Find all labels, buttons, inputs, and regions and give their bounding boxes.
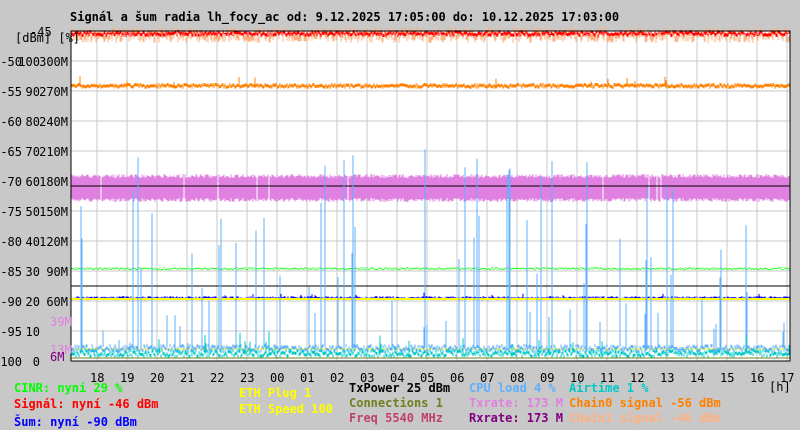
x-tick-label: 15 bbox=[720, 371, 735, 385]
y-tick-rate: 300M bbox=[39, 55, 68, 69]
y-tick-dbm: -90 bbox=[0, 295, 22, 309]
legend-freq: Freq 5540 MHz bbox=[349, 411, 443, 425]
y-tick-dbm: -100 bbox=[0, 355, 22, 369]
x-tick-label: 20 bbox=[150, 371, 165, 385]
y-tick-pct: 70 bbox=[25, 145, 40, 159]
y-tick-pct: 20 bbox=[25, 295, 40, 309]
legend-chain0: Chain0 signal -56 dBm bbox=[569, 396, 721, 410]
y-tick-dbm: -55 bbox=[0, 85, 22, 99]
hour-unit-label: [h] bbox=[769, 380, 791, 394]
x-tick-label: 02 bbox=[330, 371, 345, 385]
axis-header: [dBm] [%] bbox=[15, 31, 81, 45]
y-tick-rate: 120M bbox=[39, 235, 68, 249]
rxrate-min-label: 6M bbox=[50, 350, 65, 364]
y-tick-dbm: -95 bbox=[0, 325, 22, 339]
plot-area bbox=[70, 27, 791, 362]
legend-txpower: TxPower 25 dBm bbox=[349, 381, 451, 395]
y-tick-rate: 150M bbox=[39, 205, 68, 219]
x-tick-label: 13 bbox=[660, 371, 675, 385]
x-tick-label: 22 bbox=[210, 371, 225, 385]
y-tick-dbm: -65 bbox=[0, 145, 22, 159]
y-tick-pct: 30 bbox=[25, 265, 40, 279]
legend-txrate: Txrate: 173 M bbox=[469, 396, 563, 410]
legend-chain1: Chain1 signal -46 dBm bbox=[569, 411, 721, 425]
legend-connections: Connections 1 bbox=[349, 396, 443, 410]
y-tick-dbm: -85 bbox=[0, 265, 22, 279]
y-tick-dbm: -60 bbox=[0, 115, 22, 129]
chart-root: Signál a šum radia lh_focy_ac od: 9.12.2… bbox=[0, 0, 800, 430]
y-tick-pct: 60 bbox=[25, 175, 40, 189]
y-tick-rate: 90M bbox=[46, 265, 68, 279]
legend-cinr: CINR: nyní 29 % bbox=[14, 381, 123, 395]
y-tick-pct: 100 bbox=[18, 55, 40, 69]
y-tick-pct: 0 bbox=[32, 355, 40, 369]
y-tick-rate: 180M bbox=[39, 175, 68, 189]
y-tick-pct: 50 bbox=[25, 205, 40, 219]
txrate-max-label: 39M bbox=[50, 315, 72, 329]
legend-cpu: CPU load 4 % bbox=[469, 381, 556, 395]
x-tick-label: 23 bbox=[240, 371, 255, 385]
y-tick-pct: 40 bbox=[25, 235, 40, 249]
y-tick-rate: 60M bbox=[46, 295, 68, 309]
x-tick-label: 21 bbox=[180, 371, 195, 385]
x-tick-label: 00 bbox=[270, 371, 285, 385]
series-txrate bbox=[71, 174, 790, 202]
x-tick-label: 16 bbox=[750, 371, 765, 385]
legend-rxrate: Rxrate: 173 M bbox=[469, 411, 563, 425]
x-tick-label: 14 bbox=[690, 371, 705, 385]
y-tick-rate: 270M bbox=[39, 85, 68, 99]
x-tick-label: 01 bbox=[300, 371, 315, 385]
y-tick-dbm: -70 bbox=[0, 175, 22, 189]
x-tick-label: 06 bbox=[450, 371, 465, 385]
y-tick-pct: 90 bbox=[25, 85, 40, 99]
y-tick-rate: 210M bbox=[39, 145, 68, 159]
y-tick-dbm: -80 bbox=[0, 235, 22, 249]
legend-signal: Signál: nyní -46 dBm bbox=[14, 397, 159, 411]
legend-eth-speed: ETH Speed 100 bbox=[239, 402, 333, 416]
y-tick-pct: 80 bbox=[25, 115, 40, 129]
legend-airtime: Airtime 1 % bbox=[569, 381, 649, 395]
legend-eth-plug: ETH Plug 1 bbox=[239, 386, 312, 400]
y-tick-dbm: -75 bbox=[0, 205, 22, 219]
y-tick-pct: 10 bbox=[25, 325, 40, 339]
legend-noise: Šum: nyní -90 dBm bbox=[14, 415, 137, 429]
y-tick-rate: 240M bbox=[39, 115, 68, 129]
